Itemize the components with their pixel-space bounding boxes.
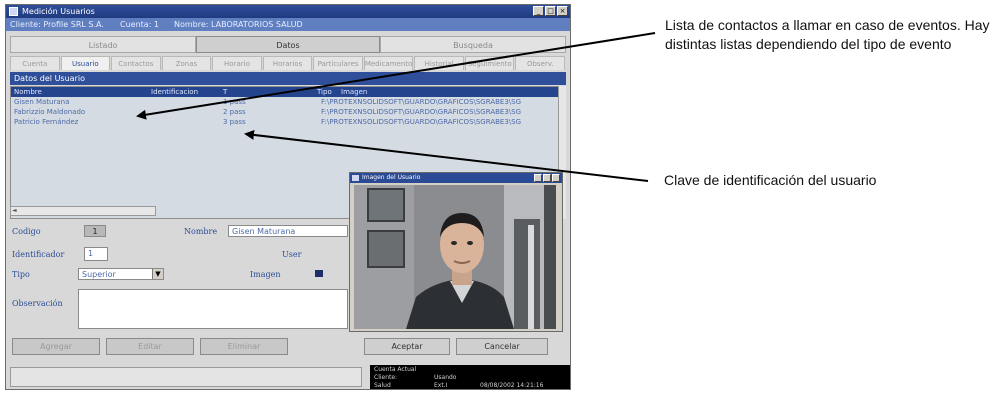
contacts-arrow <box>136 32 656 120</box>
user-key-annotation: Clave de identificación del usuario <box>664 172 877 188</box>
contacts-annotation: Lista de contactos a llamar en caso de e… <box>665 17 990 52</box>
annotation-arrows <box>136 32 656 182</box>
user-key-arrow <box>244 129 649 182</box>
